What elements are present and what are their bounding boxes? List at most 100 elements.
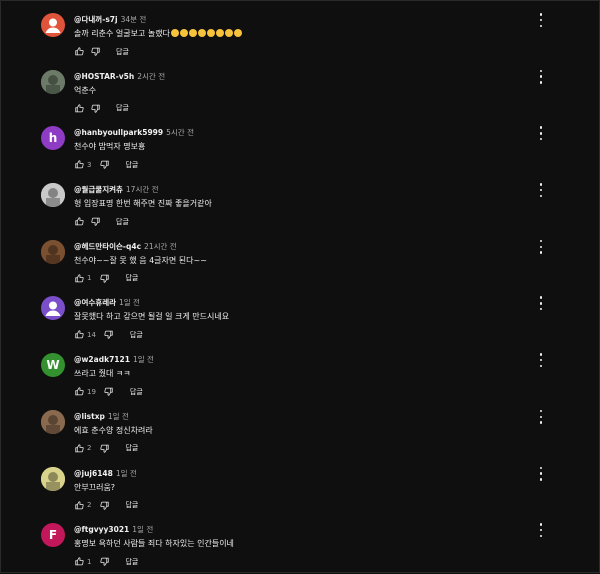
like-button[interactable] <box>74 500 84 510</box>
comment-timestamp[interactable]: 1일 전 <box>133 355 154 364</box>
more-options-icon[interactable] <box>537 466 545 481</box>
like-button[interactable] <box>74 443 84 453</box>
dislike-button[interactable] <box>99 160 109 170</box>
comment-actions: 19 답글 <box>74 386 143 397</box>
comment-timestamp[interactable]: 21시간 전 <box>144 242 177 251</box>
grinning-emoji-icon <box>197 29 206 37</box>
more-options-icon[interactable] <box>537 13 545 27</box>
comment-meta: @w2adk7121 1일 전 <box>74 354 154 365</box>
like-button[interactable] <box>74 160 84 170</box>
comment-text: 천수야~~잘 못 했 음 4글자면 된다~~ <box>74 255 207 266</box>
comment-timestamp[interactable]: 1일 전 <box>108 412 129 421</box>
profile-photo-icon <box>41 409 65 434</box>
comment-timestamp[interactable]: 17시간 전 <box>126 185 159 194</box>
more-dot <box>539 534 543 538</box>
comment-text: 에효 춘수양 정신차려라 <box>74 425 153 436</box>
author-handle[interactable]: @헤드만타이슨-q4c <box>74 242 141 251</box>
reply-button[interactable]: 답글 <box>125 160 138 170</box>
avatar[interactable] <box>41 69 65 94</box>
avatar[interactable] <box>41 409 65 434</box>
comment-item: @HOSTAR-v5h 2시간 전억춘수답글 <box>1 64 600 121</box>
dislike-button[interactable] <box>104 330 114 340</box>
comment-text: 천수야 밥먹자 명보횽 <box>74 141 145 152</box>
dislike-button[interactable] <box>99 443 109 453</box>
avatar[interactable]: W <box>41 353 65 378</box>
more-dot <box>539 245 543 248</box>
like-button[interactable] <box>74 273 84 283</box>
dislike-button[interactable] <box>99 500 109 510</box>
like-button[interactable] <box>74 330 84 340</box>
comment-timestamp[interactable]: 1일 전 <box>132 525 153 534</box>
author-handle[interactable]: @월급쿨지켜츄 <box>74 185 123 194</box>
author-handle[interactable]: @HOSTAR-v5h <box>74 72 134 81</box>
avatar-letter: F <box>48 528 58 543</box>
thumb-up-icon <box>74 387 84 396</box>
more-options-icon[interactable] <box>537 69 545 84</box>
like-button[interactable] <box>74 387 84 397</box>
more-dot <box>539 472 543 475</box>
more-options-icon[interactable] <box>537 296 545 311</box>
reply-button[interactable]: 답글 <box>125 557 138 567</box>
more-options-icon[interactable] <box>537 183 545 198</box>
dislike-button[interactable] <box>90 103 100 113</box>
more-options-icon[interactable] <box>537 126 545 141</box>
more-dot <box>539 353 543 356</box>
dislike-button[interactable] <box>99 557 109 567</box>
author-handle[interactable]: @ftgvyy3021 <box>74 525 129 534</box>
comment-text-content: 형 입장표명 한번 해주면 진짜 좋을거같아 <box>74 199 212 209</box>
person-icon <box>45 301 61 317</box>
more-options-icon[interactable] <box>537 523 545 538</box>
reply-button[interactable]: 답글 <box>125 443 138 453</box>
comment-timestamp[interactable]: 5시간 전 <box>166 128 194 137</box>
comment-timestamp[interactable]: 1일 전 <box>116 469 137 478</box>
reply-button[interactable]: 답글 <box>125 273 138 283</box>
author-handle[interactable]: @w2adk7121 <box>74 355 130 364</box>
reply-button[interactable]: 답글 <box>116 217 129 227</box>
more-options-icon[interactable] <box>537 409 545 424</box>
comment-timestamp[interactable]: 1일 전 <box>119 298 140 307</box>
more-options-icon[interactable] <box>537 353 545 368</box>
author-handle[interactable]: @juj6148 <box>74 469 113 478</box>
avatar[interactable] <box>41 296 65 321</box>
comment-timestamp[interactable]: 34분 전 <box>121 15 147 24</box>
avatar[interactable]: h <box>41 126 65 151</box>
avatar[interactable] <box>41 466 65 491</box>
comment-meta: @HOSTAR-v5h 2시간 전 <box>74 71 165 82</box>
comment-text: 억춘수 <box>74 85 96 96</box>
profile-photo-icon <box>41 239 65 264</box>
avatar[interactable] <box>41 183 65 208</box>
like-button[interactable] <box>74 47 84 57</box>
like-button[interactable] <box>74 217 84 227</box>
thumb-up-icon <box>74 444 84 453</box>
comment-meta: @ftgvyy3021 1일 전 <box>74 524 153 535</box>
dislike-button[interactable] <box>99 273 109 283</box>
more-options-icon[interactable] <box>537 239 545 254</box>
reply-button[interactable]: 답글 <box>116 103 129 113</box>
reply-button[interactable]: 답글 <box>116 47 129 57</box>
comment-text-content: 에효 춘수양 정신차려라 <box>74 425 153 435</box>
avatar[interactable] <box>41 239 65 264</box>
avatar[interactable] <box>41 13 65 37</box>
reply-button[interactable]: 답글 <box>130 330 143 340</box>
comment-actions: 2 답글 <box>74 443 138 454</box>
grinning-emoji-icon <box>215 29 224 37</box>
like-button[interactable] <box>74 557 84 567</box>
more-dot <box>539 188 543 192</box>
author-handle[interactable]: @listxp <box>74 412 105 421</box>
dislike-button[interactable] <box>90 217 100 227</box>
more-dot <box>539 126 543 129</box>
dislike-button[interactable] <box>90 47 100 57</box>
reply-button[interactable]: 답글 <box>130 387 143 397</box>
like-button[interactable] <box>74 103 84 113</box>
thumb-down-icon <box>104 387 114 396</box>
author-handle[interactable]: @다내꺼-s7j <box>74 15 118 24</box>
dislike-button[interactable] <box>104 387 114 397</box>
comment-text-content: 잘못했다 하고 갚으면 될걸 일 크게 만드시네요 <box>74 312 230 322</box>
comment-timestamp[interactable]: 2시간 전 <box>137 72 165 81</box>
more-dot <box>539 137 543 141</box>
more-dot <box>539 409 543 413</box>
reply-button[interactable]: 답글 <box>125 500 138 510</box>
author-handle[interactable]: @여수휴레라 <box>74 298 116 307</box>
avatar[interactable]: F <box>41 523 65 548</box>
author-handle[interactable]: @hanbyoullpark5999 <box>74 128 163 137</box>
